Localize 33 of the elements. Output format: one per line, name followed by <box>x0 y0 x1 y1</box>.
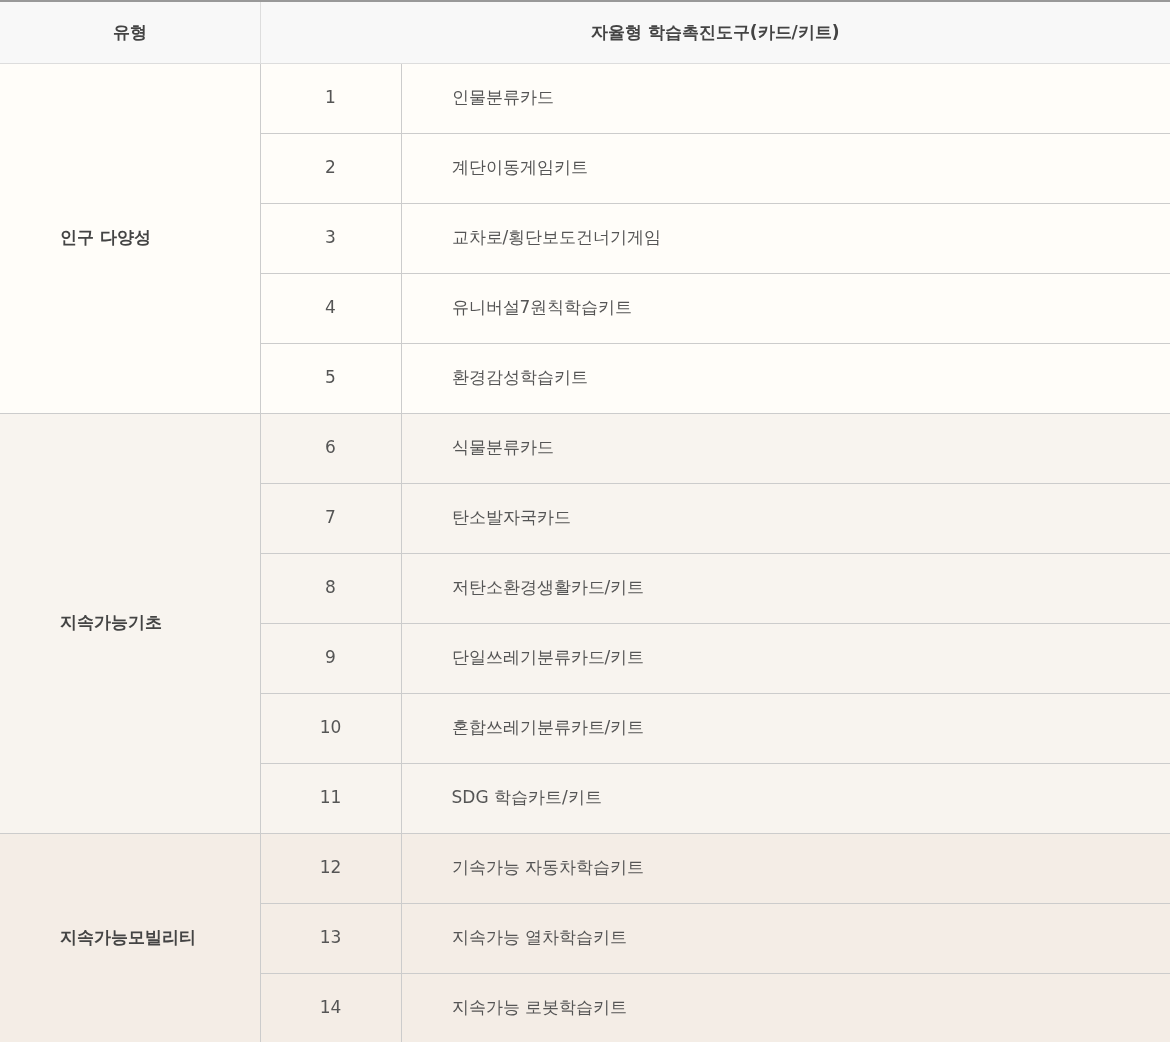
table-cell: 저탄소환경생활카드/키트 <box>401 553 1170 623</box>
column-header: 유형 <box>0 1 260 63</box>
table-cell: 단일쓰레기분류카드/키트 <box>401 623 1170 693</box>
table-cell: 7 <box>260 483 401 553</box>
table-cell: 교차로/횡단보도건너기게임 <box>401 203 1170 273</box>
table-cell: 9 <box>260 623 401 693</box>
table-cell: 6 <box>260 413 401 483</box>
table-cell: 3 <box>260 203 401 273</box>
table-cell: 인구 다양성 <box>0 63 260 413</box>
table-cell: 식물분류카드 <box>401 413 1170 483</box>
table-cell: 유니버설7원칙학습키트 <box>401 273 1170 343</box>
table-cell: 14 <box>260 973 401 1042</box>
table-cell: 지속가능기초 <box>0 413 260 833</box>
table-cell: 기속가능 자동차학습키트 <box>401 833 1170 903</box>
table-cell: 지속가능모빌리티 <box>0 833 260 1042</box>
table-cell: 10 <box>260 693 401 763</box>
table-cell: 11 <box>260 763 401 833</box>
table-cell: 인물분류카드 <box>401 63 1170 133</box>
table-cell: 2 <box>260 133 401 203</box>
table-cell: 4 <box>260 273 401 343</box>
table-cell: 1 <box>260 63 401 133</box>
table-cell: 환경감성학습키트 <box>401 343 1170 413</box>
column-header: 자율형 학습촉진도구(카드/키트) <box>260 1 1170 63</box>
table-cell: SDG 학습카트/키트 <box>401 763 1170 833</box>
table-cell: 5 <box>260 343 401 413</box>
table-cell: 지속가능 열차학습키트 <box>401 903 1170 973</box>
table-cell: 탄소발자국카드 <box>401 483 1170 553</box>
table-cell: 8 <box>260 553 401 623</box>
table-cell: 혼합쓰레기분류카트/키트 <box>401 693 1170 763</box>
table-cell: 계단이동게임키트 <box>401 133 1170 203</box>
table-cell: 13 <box>260 903 401 973</box>
table-cell: 12 <box>260 833 401 903</box>
table-cell: 지속가능 로봇학습키트 <box>401 973 1170 1042</box>
